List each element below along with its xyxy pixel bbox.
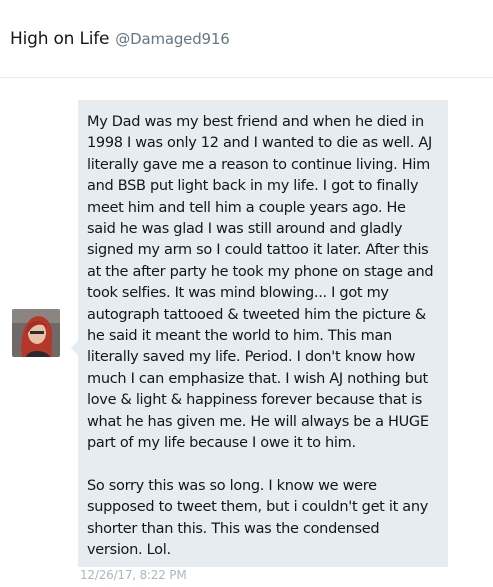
message-bubble[interactable]: My Dad was my best friend and when he di… — [78, 100, 448, 567]
bubble-tail — [71, 341, 78, 355]
display-name[interactable]: High on Life — [10, 29, 109, 49]
message-timestamp: 12/26/17, 8:22 PM — [80, 568, 187, 582]
user-avatar-photo-icon — [12, 309, 60, 357]
avatar[interactable] — [12, 309, 60, 357]
message-paragraph: So sorry this was so long. I know we wer… — [87, 477, 429, 559]
conversation-header: High on Life @Damaged916 — [0, 0, 493, 78]
message-paragraph: My Dad was my best friend and when he di… — [87, 114, 434, 452]
user-handle[interactable]: @Damaged916 — [115, 30, 229, 48]
